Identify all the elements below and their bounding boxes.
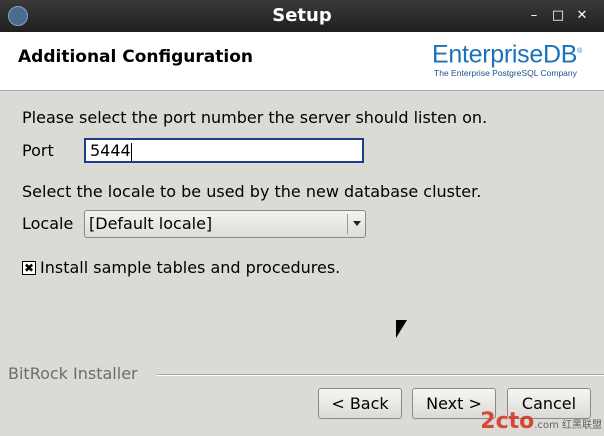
locale-label: Locale <box>22 214 74 233</box>
maximize-button[interactable]: □ <box>550 8 566 23</box>
install-samples-checkbox[interactable]: ✖ <box>22 261 36 275</box>
port-prompt: Please select the port number the server… <box>22 108 488 127</box>
minimize-button[interactable]: – <box>526 8 542 23</box>
installer-brand-label: BitRock Installer <box>8 364 138 383</box>
close-button[interactable]: ✕ <box>574 8 590 23</box>
port-input[interactable]: 5444 <box>84 138 364 163</box>
mouse-pointer-icon <box>396 320 407 338</box>
page-title: Additional Configuration <box>18 47 253 67</box>
chevron-down-icon[interactable] <box>353 221 361 226</box>
locale-selected-value: [Default locale] <box>89 214 213 233</box>
locale-select[interactable]: [Default locale] <box>84 210 366 238</box>
window-title: Setup <box>272 5 332 26</box>
locale-prompt: Select the locale to be used by the new … <box>22 182 482 201</box>
port-label: Port <box>22 141 54 160</box>
back-button[interactable]: < Back <box>318 388 402 419</box>
watermark-logo: 2cto.com 红黑联盟 <box>480 409 602 434</box>
page-header: Additional Configuration EnterpriseDB® T… <box>0 32 604 91</box>
install-samples-label[interactable]: Install sample tables and procedures. <box>40 258 340 277</box>
enterprisedb-logo: EnterpriseDB® The Enterprise PostgreSQL … <box>432 40 582 79</box>
title-bar: Setup – □ ✕ <box>0 0 604 32</box>
footer-divider <box>157 374 604 376</box>
text-caret <box>130 142 132 161</box>
